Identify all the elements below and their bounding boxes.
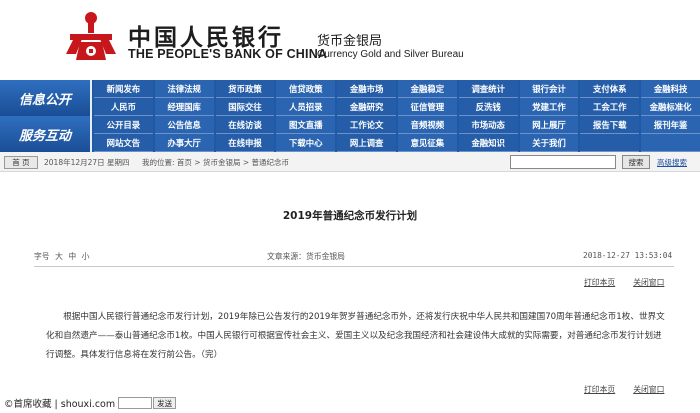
- nav-item-working-papers[interactable]: 工作论文: [337, 116, 396, 134]
- nav-item-online-interview[interactable]: 在线访谈: [215, 116, 275, 134]
- nav-section-info-disclosure[interactable]: 信息公开: [0, 80, 92, 116]
- home-button[interactable]: 首 页: [4, 156, 38, 169]
- article-source: 文章来源：货币金银局: [267, 252, 345, 261]
- nav-item-download-center[interactable]: 下载中心: [276, 134, 336, 152]
- close-window-link[interactable]: 关闭窗口: [633, 385, 664, 394]
- nav-item-online-filing[interactable]: 在线申报: [215, 134, 275, 152]
- nav-item-union[interactable]: 工会工作: [580, 98, 640, 116]
- nav-item-news[interactable]: 新闻发布: [94, 80, 153, 98]
- nav-item-online-survey[interactable]: 网上调查: [337, 134, 396, 152]
- pboc-emblem-icon[interactable]: [62, 10, 120, 66]
- nav-item-bank-accounting[interactable]: 银行会计: [519, 80, 579, 98]
- nav-item-anti-money-laundering[interactable]: 反洗钱: [458, 98, 518, 116]
- nav-section-service-interaction[interactable]: 服务互动: [0, 116, 92, 152]
- send-button[interactable]: 发送: [153, 397, 177, 409]
- nav-item-statistics[interactable]: 调查统计: [458, 80, 518, 98]
- search-button[interactable]: 搜索: [622, 155, 650, 169]
- watermark-input[interactable]: [118, 397, 153, 409]
- nav-item-rmb[interactable]: 人民币: [94, 98, 153, 116]
- print-page-link[interactable]: 打印本页: [584, 385, 615, 394]
- nav-item-treasury[interactable]: 经理国库: [154, 98, 214, 116]
- nav-item-yearbooks[interactable]: 报刊年鉴: [641, 116, 700, 134]
- article-timestamp: 2018-12-27 13:53:04: [583, 251, 673, 260]
- nav-item-payment-system[interactable]: 支付体系: [580, 80, 640, 98]
- watermark-text: ©首席收藏 | shouxi.com: [4, 399, 116, 410]
- font-size-control: 字号 大 中 小: [34, 251, 89, 262]
- main-navigation: 信息公开 服务互动 新闻发布 法律法规 货币政策 信贷政策 金融市场 金融稳定 …: [0, 80, 700, 152]
- font-size-large[interactable]: 大: [55, 252, 63, 261]
- nav-item-research[interactable]: 金融研究: [337, 98, 396, 116]
- nav-item-party-building[interactable]: 党建工作: [519, 98, 579, 116]
- nav-item-market-news[interactable]: 市场动态: [458, 116, 518, 134]
- nav-item-financial-stability[interactable]: 金融稳定: [397, 80, 457, 98]
- nav-item-announcements[interactable]: 公告信息: [154, 116, 214, 134]
- department-name-en: Currency Gold and Silver Bureau: [317, 49, 464, 60]
- article-actions-bottom: 打印本页 关闭窗口: [584, 384, 682, 395]
- font-size-label: 字号: [34, 252, 50, 261]
- watermark-bar: ©首席收藏 | shouxi.com 发送: [4, 396, 177, 410]
- nav-item-recruitment[interactable]: 人员招录: [276, 98, 336, 116]
- nav-item-about-us[interactable]: 关于我们: [519, 134, 579, 152]
- info-bar: 首 页 2018年12月27日 星期四 我的位置: 首页 > 货币金银局 > 普…: [0, 152, 700, 172]
- nav-grid: 新闻发布 法律法规 货币政策 信贷政策 金融市场 金融稳定 调查统计 银行会计 …: [94, 80, 700, 152]
- article-title: 2019年普通纪念币发行计划: [282, 210, 418, 222]
- nav-item-monetary-policy[interactable]: 货币政策: [215, 80, 275, 98]
- department-name-cn: 货币金银局: [317, 34, 383, 49]
- nav-item-empty-1: [580, 134, 640, 152]
- nav-item-empty-2: [641, 134, 700, 152]
- article-body: 根据中国人民银行普通纪念币发行计划，2019年除已公告发行的2019年贺岁普通纪…: [46, 312, 665, 360]
- search-input[interactable]: [510, 155, 616, 169]
- nav-item-standardization[interactable]: 金融标准化: [641, 98, 700, 116]
- advanced-search-link[interactable]: 高级搜索: [657, 157, 687, 168]
- nav-item-laws[interactable]: 法律法规: [154, 80, 214, 98]
- nav-item-live[interactable]: 图文直播: [276, 116, 336, 134]
- breadcrumb[interactable]: 我的位置: 首页 > 货币金银局 > 普通纪念币: [142, 157, 289, 168]
- nav-item-opinion-collection[interactable]: 意见征集: [397, 134, 457, 152]
- bank-name-en: THE PEOPLE'S BANK OF CHINA: [128, 47, 328, 61]
- font-size-medium[interactable]: 中: [68, 252, 76, 261]
- nav-item-credit-policy[interactable]: 信贷政策: [276, 80, 336, 98]
- article-actions-top: 打印本页 关闭窗口: [584, 277, 682, 288]
- nav-item-financial-market[interactable]: 金融市场: [337, 80, 396, 98]
- nav-item-fintech[interactable]: 金融科技: [641, 80, 700, 98]
- nav-item-service-hall[interactable]: 办事大厅: [154, 134, 214, 152]
- font-size-small[interactable]: 小: [82, 252, 90, 261]
- nav-item-online-exhibition[interactable]: 网上展厅: [519, 116, 579, 134]
- nav-item-media[interactable]: 音频视频: [397, 116, 457, 134]
- print-page-link[interactable]: 打印本页: [584, 278, 615, 287]
- nav-item-financial-knowledge[interactable]: 金融知识: [458, 134, 518, 152]
- divider: [34, 266, 674, 267]
- nav-item-credit-reference[interactable]: 征信管理: [397, 98, 457, 116]
- nav-item-public-catalog[interactable]: 公开目录: [94, 116, 153, 134]
- nav-item-report-download[interactable]: 报告下载: [580, 116, 640, 134]
- nav-item-site-notice[interactable]: 网站文告: [94, 134, 153, 152]
- current-date: 2018年12月27日 星期四: [44, 158, 130, 167]
- nav-item-international[interactable]: 国际交往: [215, 98, 275, 116]
- site-header: 中国人民银行 THE PEOPLE'S BANK OF CHINA 货币金银局 …: [0, 0, 700, 80]
- close-window-link[interactable]: 关闭窗口: [633, 278, 664, 287]
